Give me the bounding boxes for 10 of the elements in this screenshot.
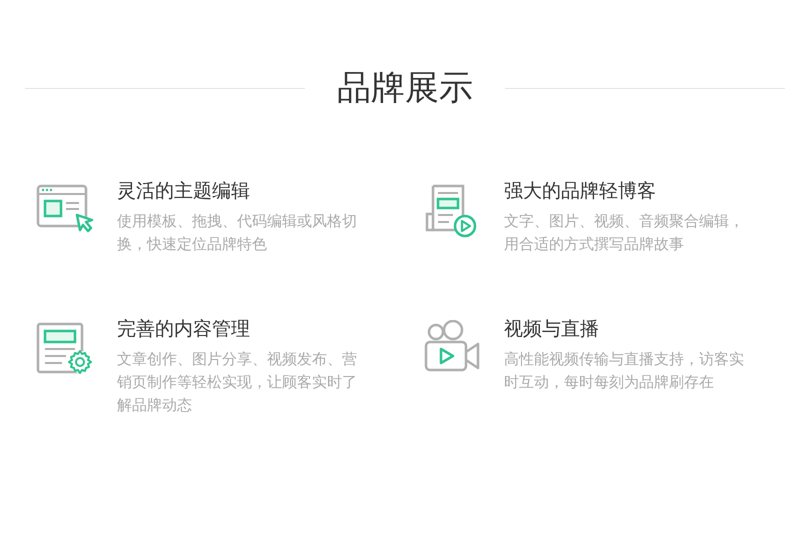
section-heading: 品牌展示 xyxy=(336,67,474,110)
feature-title: 完善的内容管理 xyxy=(117,317,251,342)
feature-title: 灵活的主题编辑 xyxy=(117,179,251,204)
feature-title: 强大的品牌轻博客 xyxy=(504,179,657,204)
document-gear-icon xyxy=(36,320,94,376)
feature-description: 文章创作、图片分享、视频发布、营销页制作等轻松实现，让顾客实时了解品牌动态 xyxy=(117,349,358,416)
feature-description: 高性能视频传输与直播支持，访客实时互动，每时每刻为品牌刷存在 xyxy=(504,349,745,393)
feature-description: 文字、图片、视频、音频聚合编辑，用合适的方式撰写品牌故事 xyxy=(504,211,745,255)
feature-title: 视频与直播 xyxy=(504,317,600,342)
feature-description: 使用模板、拖拽、代码编辑或风格切换，快速定位品牌特色 xyxy=(117,211,358,255)
